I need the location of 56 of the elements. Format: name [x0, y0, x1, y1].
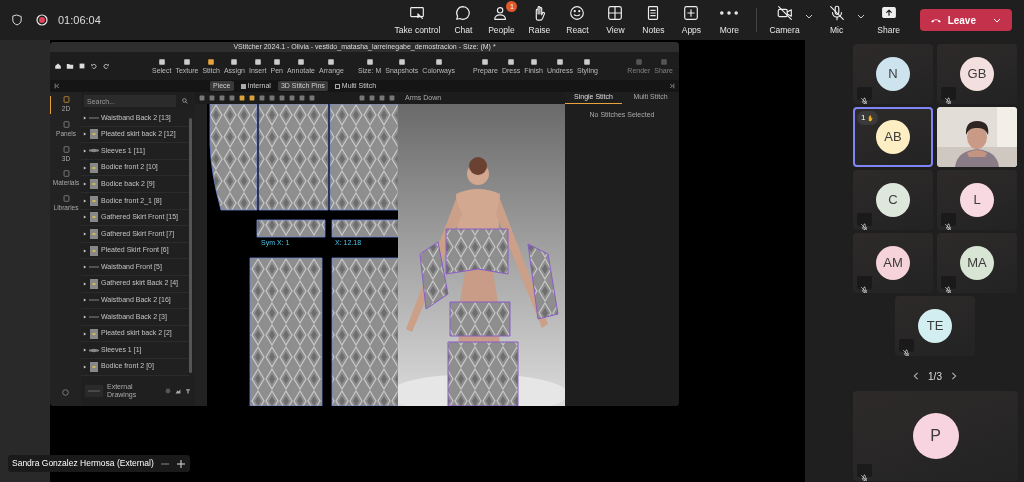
- toolbar-button[interactable]: Apps: [672, 3, 711, 37]
- toolbar-button[interactable]: Mic: [817, 3, 856, 37]
- help-icon[interactable]: [62, 389, 69, 396]
- share-button[interactable]: Share: [869, 3, 908, 37]
- chat-icon: [454, 3, 473, 22]
- save-icon[interactable]: [78, 62, 86, 70]
- presenter-name: Sandra Gonzalez Hermosa (External): [12, 457, 154, 470]
- page-icon: [62, 96, 70, 103]
- leave-button[interactable]: Leave: [919, 9, 1012, 31]
- avatar: GB: [960, 57, 994, 91]
- avatar: TE: [918, 309, 952, 343]
- toolbar-button[interactable]: Raise: [520, 3, 559, 37]
- avatar: C: [876, 183, 910, 217]
- zoom-in-button[interactable]: [175, 458, 186, 469]
- hanger-icon[interactable]: [185, 388, 191, 395]
- toolbar-button[interactable]: Notes: [634, 3, 673, 37]
- meeting-timer: 01:06:04: [58, 12, 101, 28]
- search-icon[interactable]: [182, 98, 188, 104]
- avatar: AM: [876, 246, 910, 280]
- page-indicator: 1/3: [928, 369, 942, 384]
- next-page-button[interactable]: [949, 372, 958, 380]
- avatar: N: [876, 57, 910, 91]
- smiley-icon: [568, 3, 587, 22]
- more-icon: [720, 10, 739, 15]
- toolbar-button[interactable]: More: [710, 3, 749, 37]
- avatar: AB: [876, 120, 910, 154]
- page-icon: [62, 120, 70, 128]
- home-icon[interactable]: [54, 62, 62, 70]
- drawing-thumbnail-icon: [85, 385, 103, 398]
- mountain-icon[interactable]: [175, 388, 181, 395]
- page-icon: [62, 145, 70, 153]
- avatar: L: [960, 183, 994, 217]
- toolbar-button[interactable]: React: [558, 3, 597, 37]
- grid-icon: [606, 3, 625, 22]
- avatar: MA: [960, 246, 994, 280]
- redo-icon[interactable]: [102, 62, 110, 70]
- toolbar-button[interactable]: Take control: [390, 3, 445, 37]
- toolbar-button[interactable]: View: [596, 3, 635, 37]
- avatar: P: [912, 413, 959, 459]
- collapse-icon[interactable]: [54, 83, 60, 89]
- expand-icon[interactable]: [669, 83, 675, 89]
- shield-icon: [10, 13, 24, 27]
- hand-icon: [866, 114, 875, 122]
- undo-icon[interactable]: [90, 62, 98, 70]
- page-icon: [62, 195, 70, 202]
- previous-page-button[interactable]: [912, 372, 921, 380]
- recording-icon: [36, 14, 48, 26]
- participant-tile[interactable]: AB 1: [853, 107, 933, 167]
- toolbar-button[interactable]: Camera: [765, 3, 804, 37]
- expand-arrow-icon[interactable]: [83, 149, 87, 153]
- toolbar-button[interactable]: Chat: [444, 3, 483, 37]
- scrollbar[interactable]: [189, 118, 192, 373]
- plus-icon: [682, 3, 701, 22]
- raised-hand-badge: 1: [857, 111, 879, 125]
- folder-icon[interactable]: [66, 62, 74, 70]
- page-icon: [62, 170, 70, 178]
